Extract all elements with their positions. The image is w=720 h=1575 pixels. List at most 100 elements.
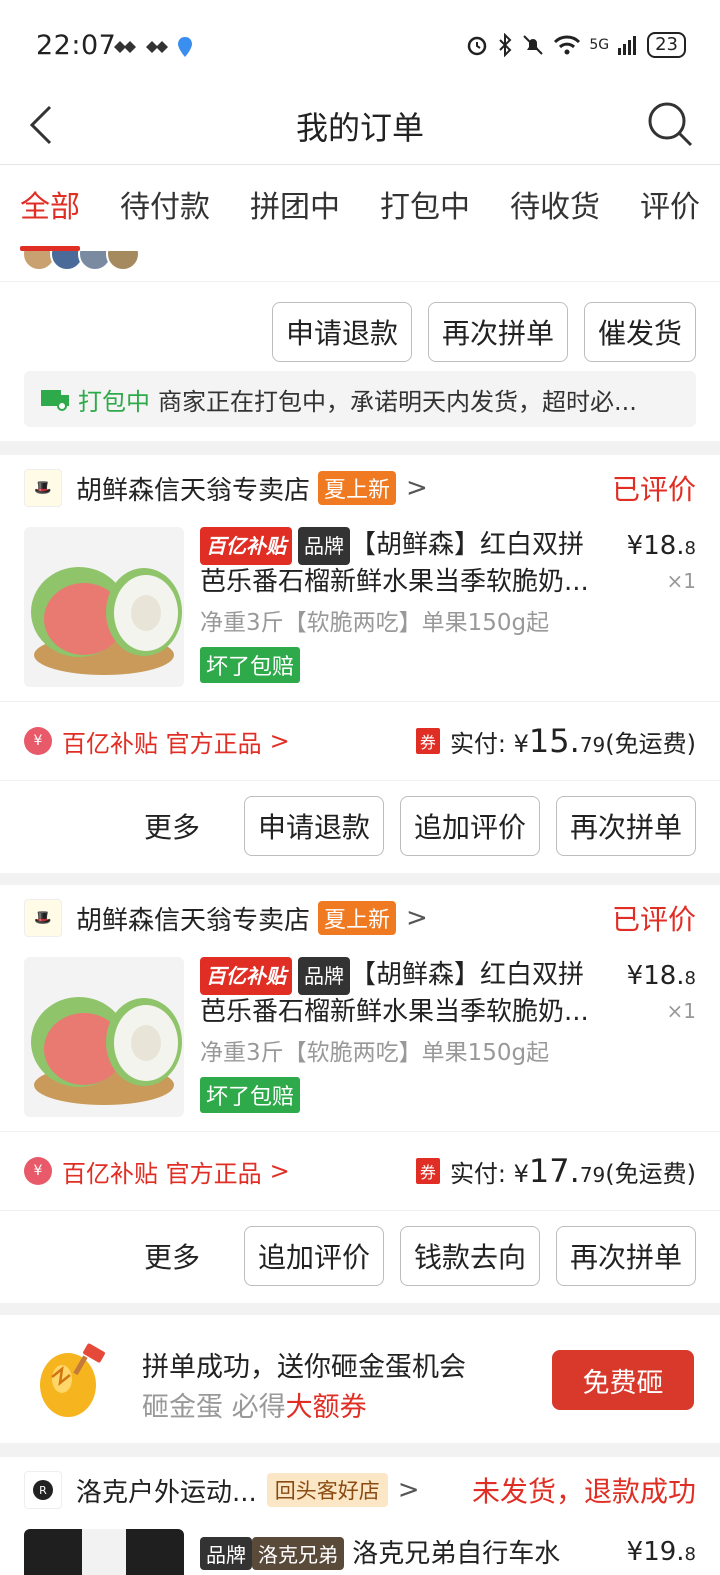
order-card: 🎩 胡鲜森信天翁专卖店 夏上新 > 已评价 百亿补贴 品牌 【胡鲜森】红白双拼芭乐番… — [0, 885, 720, 1303]
shop-name: 胡鲜森信天翁专卖店 — [76, 905, 311, 936]
shop-tag: 夏上新 — [318, 471, 397, 505]
subsidy-badge: 百亿补贴 — [200, 957, 292, 995]
notice-status: 打包中 — [78, 387, 150, 416]
free-smash-button[interactable]: 免费砸 — [552, 1350, 694, 1410]
order-actions: 更多 追加评价 钱款去向 再次拼单 — [0, 1211, 720, 1301]
shop-logo: R — [24, 1471, 62, 1509]
notice-text: 商家正在打包中，承诺明天内发货，超时必... — [158, 387, 637, 416]
subsidy-link[interactable]: ¥ 百亿补贴 官方正品 > — [24, 724, 290, 759]
tab-to-receive[interactable]: 待收货 — [490, 165, 620, 251]
chevron-right-icon: > — [269, 727, 290, 755]
system-status-icons: 5G 23 — [465, 32, 686, 58]
product-row[interactable]: 百亿补贴 品牌 【胡鲜森】红白双拼芭乐番石榴新鲜水果当季软脆奶... 净重3斤【软脆… — [0, 521, 720, 691]
brand-badge: 品牌 — [298, 957, 350, 995]
truck-icon — [41, 390, 69, 411]
paid-integer: 15. — [528, 722, 580, 760]
shop-logo: 🎩 — [24, 469, 62, 507]
order-actions: 申请退款 再次拼单 催发货 — [0, 281, 720, 371]
paid-amount: 券 实付: ¥ 15.79 (免运费) — [415, 722, 696, 760]
chevron-right-icon: > — [397, 1475, 420, 1505]
guava-image — [31, 567, 182, 675]
order-status: 已评价 — [611, 473, 696, 506]
order-status: 已评价 — [611, 903, 696, 936]
product-quantity: ×1 — [666, 999, 696, 1023]
shop-logo: 🎩 — [24, 899, 62, 937]
reorder-button[interactable]: 再次拼单 — [555, 1226, 696, 1286]
order-tabs: 全部 待付款 拼团中 打包中 待收货 评价 — [0, 165, 720, 251]
more-button[interactable]: 更多 — [144, 1236, 200, 1276]
product-price: ¥18.8 — [627, 531, 696, 561]
shop-tag: 夏上新 — [318, 901, 397, 935]
payment-row: ¥ 百亿补贴 官方正品 > 券 实付: ¥ 17.79 (免运费) — [0, 1131, 720, 1211]
product-image — [24, 957, 184, 1117]
order-actions: 更多 申请退款 追加评价 再次拼单 — [0, 781, 720, 871]
paid-value: 15.79 — [529, 722, 605, 760]
product-spec: 净重3斤【软脆两吃】单果150g起 — [200, 610, 550, 636]
packing-notice[interactable]: 打包中 商家正在打包中，承诺明天内发货，超时必... — [24, 371, 696, 427]
product-row[interactable]: 品牌 洛克兄弟 洛克兄弟自行车水 ¥19.8 — [0, 1523, 720, 1575]
battery-indicator: 23 — [647, 32, 686, 58]
mute-icon — [523, 35, 544, 55]
page-title: 我的订单 — [295, 109, 424, 147]
bottle-shape — [82, 1529, 126, 1575]
coupon-icon: 券 — [415, 1158, 440, 1184]
money-bag-icon: ¥ — [24, 727, 52, 755]
status-bar: 22:07 5G 23 — [0, 0, 720, 95]
paid-decimal: 79 — [579, 1163, 606, 1187]
golden-egg-icon[interactable] — [32, 1339, 112, 1419]
promo-title: 拼单成功，送你砸金蛋机会 — [142, 1352, 466, 1383]
shop-row[interactable]: 🎩 胡鲜森信天翁专卖店 夏上新 > 已评价 — [0, 885, 720, 951]
paid-label: 实付: ¥ — [449, 1160, 529, 1188]
location-icon — [178, 37, 192, 57]
promo-subtitle: 砸金蛋 必得大额券 — [142, 1385, 367, 1424]
product-spec: 净重3斤【软脆两吃】单果150g起 — [200, 1040, 550, 1066]
order-card: 🎩 胡鲜森信天翁专卖店 夏上新 > 已评价 百亿补贴 品牌 【胡鲜森】红白双拼芭乐番… — [0, 455, 720, 873]
refund-destination-button[interactable]: 钱款去向 — [399, 1226, 540, 1286]
brand-badge: 品牌 — [298, 527, 350, 565]
product-info: 百亿补贴 品牌 【胡鲜森】红白双拼芭乐番石榴新鲜水果当季软脆奶... 净重3斤【软脆… — [200, 527, 600, 683]
price-integer: ¥18. — [626, 531, 685, 561]
price-decimal: 8 — [684, 1544, 696, 1565]
product-price: ¥18.8 — [627, 961, 696, 991]
subsidy-text: 百亿补贴 官方正品 — [62, 1159, 262, 1188]
status-time: 22:07 — [36, 30, 117, 61]
rockbros-logo-icon: R — [33, 1480, 53, 1500]
reorder-button[interactable]: 再次拼单 — [555, 796, 696, 856]
more-button[interactable]: 更多 — [144, 806, 200, 846]
tab-all[interactable]: 全部 — [0, 165, 100, 251]
tab-group-buying[interactable]: 拼团中 — [230, 165, 360, 251]
tab-pending-payment[interactable]: 待付款 — [100, 165, 230, 251]
search-icon[interactable] — [646, 100, 694, 148]
tab-review[interactable]: 评价 — [620, 165, 720, 251]
price-integer: ¥19. — [626, 1537, 685, 1567]
urge-shipping-button[interactable]: 催发货 — [583, 301, 696, 362]
paid-decimal: 79 — [579, 733, 606, 757]
order-card: R 洛克户外运动... 回头客好店 > 未发货，退款成功 品牌 洛克兄弟 洛克兄弟… — [0, 1457, 720, 1575]
product-title: 品牌 洛克兄弟 洛克兄弟自行车水 — [200, 1533, 560, 1570]
add-review-button[interactable]: 追加评价 — [399, 796, 540, 856]
tab-packing[interactable]: 打包中 — [360, 165, 490, 251]
product-info: 百亿补贴 品牌 【胡鲜森】红白双拼芭乐番石榴新鲜水果当季软脆奶... 净重3斤【软脆… — [200, 957, 600, 1113]
top-bar: 我的订单 — [0, 95, 720, 165]
refund-button[interactable]: 申请退款 — [243, 796, 384, 856]
product-image — [24, 1529, 184, 1575]
product-title-text: 洛克兄弟自行车水 — [352, 1539, 561, 1569]
subsidy-link[interactable]: ¥ 百亿补贴 官方正品 > — [24, 1154, 290, 1189]
payment-row: ¥ 百亿补贴 官方正品 > 券 实付: ¥ 15.79 (免运费) — [0, 701, 720, 781]
price-integer: ¥18. — [626, 961, 685, 991]
reorder-button[interactable]: 再次拼单 — [427, 301, 568, 362]
guarantee-tag: 坏了包赔 — [200, 647, 301, 683]
chevron-right-icon: > — [406, 903, 428, 933]
price-decimal: 8 — [684, 968, 696, 989]
shipping-note: (免运费) — [605, 1160, 696, 1188]
alarm-icon — [468, 36, 487, 56]
product-image — [24, 527, 184, 687]
subsidy-text: 百亿补贴 官方正品 — [62, 729, 262, 758]
paid-amount: 券 实付: ¥ 17.79 (免运费) — [415, 1152, 696, 1190]
add-review-button[interactable]: 追加评价 — [243, 1226, 384, 1286]
refund-button[interactable]: 申请退款 — [271, 301, 412, 362]
subsidy-badge: 百亿补贴 — [200, 527, 292, 565]
shop-row[interactable]: 🎩 胡鲜森信天翁专卖店 夏上新 > 已评价 — [0, 455, 720, 521]
product-row[interactable]: 百亿补贴 品牌 【胡鲜森】红白双拼芭乐番石榴新鲜水果当季软脆奶... 净重3斤【软脆… — [0, 951, 720, 1121]
shop-row[interactable]: R 洛克户外运动... 回头客好店 > 未发货，退款成功 — [0, 1457, 720, 1523]
